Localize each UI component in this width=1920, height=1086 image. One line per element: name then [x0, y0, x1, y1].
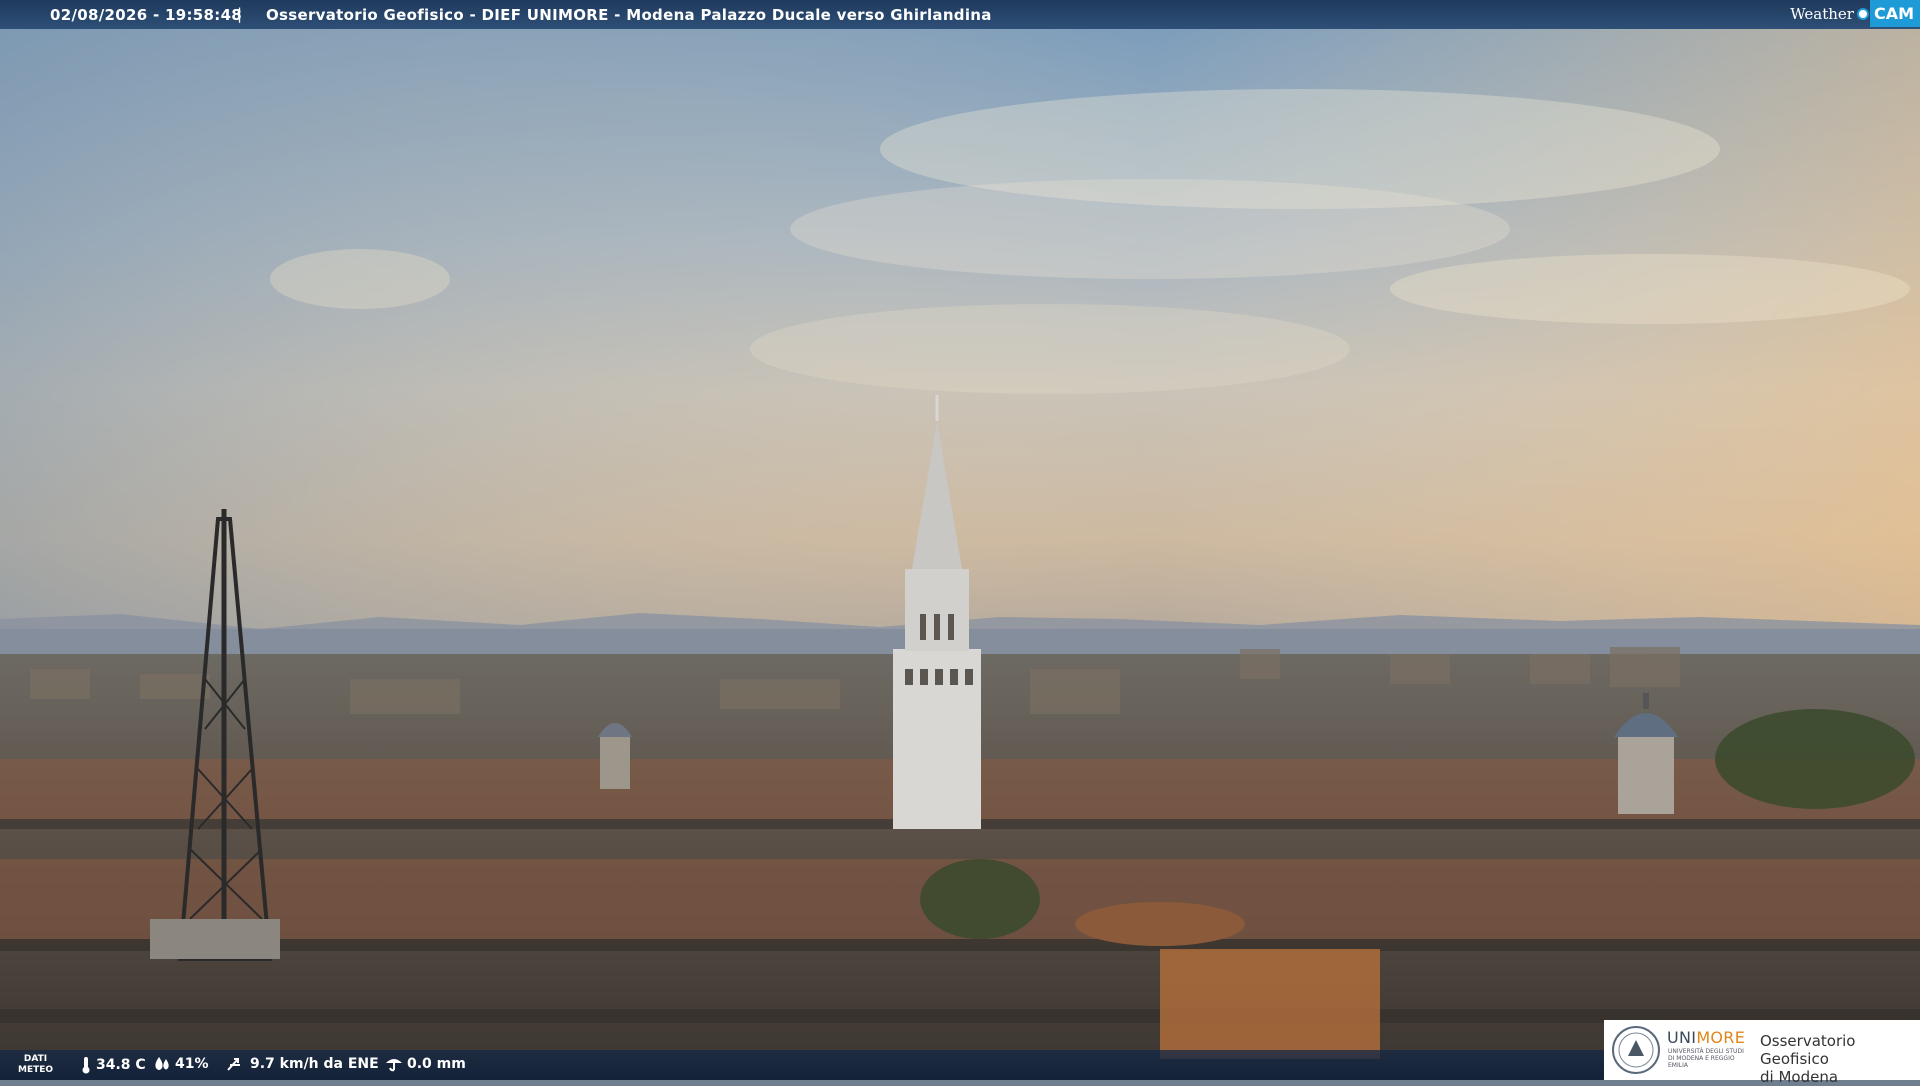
observatory-line1: Osservatorio Geofisico	[1760, 1032, 1856, 1068]
wind-reading: 9.7 km/h da ENE	[226, 1056, 379, 1072]
weathercam-logo-cam: CAM	[1869, 0, 1920, 27]
weathercam-logo-weather: Weather	[1790, 4, 1854, 23]
wind-value: 9.7 km/h da ENE	[250, 1056, 379, 1072]
timestamp: 02/08/2026 - 19:58:48	[50, 6, 243, 24]
rain-reading: 0.0 mm	[385, 1056, 466, 1072]
humidity-value: 41%	[175, 1056, 209, 1072]
weathercam-dot-icon	[1856, 7, 1869, 20]
unimore-more: MORE	[1696, 1028, 1746, 1047]
university-seal-icon	[1612, 1026, 1660, 1074]
temperature-reading: 34.8 C	[80, 1056, 146, 1074]
thermometer-icon	[82, 1057, 90, 1074]
humidity-drop-icon	[155, 1057, 169, 1070]
unimore-logo: UNIMORE UNIVERSITÀ DEGLI STUDI DI MODENA…	[1604, 1020, 1920, 1086]
meteo-label: METEO	[18, 1065, 54, 1075]
webcam-image	[0, 29, 1920, 1080]
title-separator: |	[237, 5, 243, 23]
title-bar: 02/08/2026 - 19:58:48 | Osservatorio Geo…	[0, 0, 1920, 29]
unimore-wordmark: UNIMORE	[1667, 1028, 1745, 1047]
dati-meteo-label: DATI METEO	[18, 1054, 53, 1076]
temperature-value: 34.8 C	[96, 1057, 146, 1073]
unimore-subtitle: UNIVERSITÀ DEGLI STUDI DI MODENA E REGGI…	[1668, 1048, 1744, 1069]
observatory-name: Osservatorio Geofisico di Modena	[1760, 1032, 1920, 1086]
dati-label: DATI	[23, 1054, 48, 1064]
humidity-reading: 41%	[153, 1056, 209, 1072]
rain-gauge-icon	[386, 1059, 402, 1072]
weathercam-logo: Weather CAM	[1790, 0, 1920, 27]
observatory-line2: di Modena	[1760, 1068, 1839, 1086]
camera-title: Osservatorio Geofisico - DIEF UNIMORE - …	[266, 6, 992, 24]
unimore-uni: UNI	[1667, 1028, 1697, 1047]
rain-value: 0.0 mm	[407, 1056, 466, 1072]
wind-icon	[227, 1058, 240, 1071]
